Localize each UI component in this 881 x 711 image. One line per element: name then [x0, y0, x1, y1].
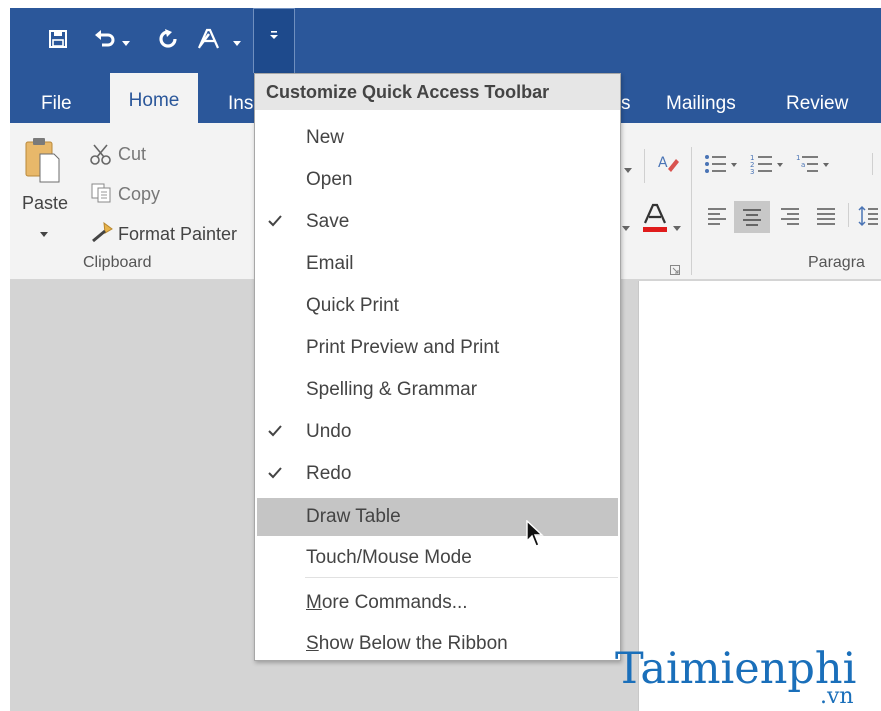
checkmark-icon	[268, 425, 282, 437]
menu-item-label: New	[306, 127, 345, 148]
menu-item-label: Email	[306, 253, 354, 274]
menu-item-redo[interactable]: Redo	[255, 455, 620, 493]
cut-button[interactable]: Cut	[118, 144, 146, 165]
menu-item-label: Touch/Mouse Mode	[306, 547, 472, 568]
menu-item-quick-print[interactable]: Quick Print	[255, 287, 620, 325]
menu-item-draw-table[interactable]: Draw Table	[257, 498, 618, 536]
menu-item-label: Spelling & Grammar	[306, 379, 478, 400]
cut-icon[interactable]	[90, 143, 112, 170]
menu-header: Customize Quick Access Toolbar	[255, 74, 620, 110]
menu-item-label: Print Preview and Print	[306, 337, 500, 358]
format-painter-icon[interactable]	[90, 221, 114, 248]
align-left-icon[interactable]	[707, 207, 727, 230]
font-dropdown-icon[interactable]	[622, 219, 630, 237]
menu-item-print-preview[interactable]: Print Preview and Print	[255, 329, 620, 367]
watermark-suffix: .vn	[820, 684, 854, 709]
quick-access-toolbar	[10, 8, 881, 74]
format-painter-button[interactable]: Format Painter	[118, 224, 237, 245]
copy-icon[interactable]	[90, 182, 112, 209]
bullets-icon[interactable]	[704, 153, 738, 180]
font-size-dropdown-icon[interactable]	[624, 161, 632, 179]
font-color-icon[interactable]	[641, 203, 669, 238]
align-center-button[interactable]	[734, 201, 770, 233]
customize-qat-button[interactable]	[253, 8, 295, 74]
svg-text:1: 1	[796, 154, 800, 162]
svg-text:a: a	[801, 161, 805, 169]
menu-item-show-below-ribbon[interactable]: Show Below the Ribbon	[255, 625, 620, 663]
redo-icon[interactable]	[156, 22, 180, 56]
menu-item-label: Save	[306, 211, 350, 232]
justify-icon[interactable]	[816, 207, 836, 230]
undo-icon[interactable]	[92, 22, 118, 56]
mouse-cursor-icon	[526, 519, 544, 553]
menu-item-label: ore Commands...	[321, 592, 468, 613]
highlight-format-icon[interactable]: A	[656, 151, 680, 180]
menu-item-save[interactable]: Save	[255, 203, 620, 241]
menu-item-label: Draw Table	[306, 506, 401, 527]
menu-item-label: how Below the Ribbon	[318, 633, 508, 654]
checkmark-icon	[268, 215, 282, 227]
clear-format-icon[interactable]	[196, 22, 226, 56]
align-center-icon	[743, 209, 761, 226]
svg-text:3: 3	[750, 168, 754, 175]
save-icon[interactable]	[46, 22, 70, 56]
menu-item-label: Redo	[306, 463, 352, 484]
font-color-dropdown-icon[interactable]	[673, 219, 681, 237]
undo-dropdown-icon[interactable]	[122, 34, 130, 46]
menu-item-new[interactable]: New	[255, 119, 620, 157]
word-window: File Home Ins s Mailings Review Paste Cu…	[10, 8, 881, 711]
menu-separator	[305, 577, 618, 578]
tab-mailings[interactable]: Mailings	[666, 85, 736, 123]
ribbon-divider	[848, 203, 849, 227]
tab-references[interactable]: s	[621, 85, 631, 123]
align-right-icon[interactable]	[780, 207, 800, 230]
checkmark-icon	[268, 467, 282, 479]
customize-qat-icon	[270, 31, 278, 39]
menu-item-label: Undo	[306, 421, 352, 442]
paragraph-group-label: Paragra	[808, 254, 865, 271]
menu-item-label: Quick Print	[306, 295, 399, 316]
svg-text:A: A	[658, 155, 668, 171]
clipboard-group-label: Clipboard	[83, 254, 152, 271]
watermark-letter: T	[615, 644, 641, 694]
menu-item-touch-mouse-mode[interactable]: Touch/Mouse Mode	[255, 539, 620, 577]
menu-item-more-commands[interactable]: More Commands...	[255, 584, 620, 622]
group-divider	[691, 147, 692, 275]
menu-item-accelerator: M	[306, 592, 322, 613]
numbering-icon[interactable]: 123	[750, 153, 784, 180]
copy-button[interactable]: Copy	[118, 184, 160, 205]
tab-review[interactable]: Review	[786, 85, 848, 123]
menu-item-spelling-grammar[interactable]: Spelling & Grammar	[255, 371, 620, 409]
line-spacing-icon[interactable]	[858, 205, 878, 232]
menu-item-label: Open	[306, 169, 353, 190]
paste-icon[interactable]	[24, 136, 60, 189]
ribbon-divider	[872, 153, 873, 175]
tab-insert[interactable]: Ins	[228, 85, 253, 123]
menu-item-open[interactable]: Open	[255, 161, 620, 199]
ribbon-divider	[644, 149, 645, 183]
paste-dropdown-icon[interactable]	[40, 225, 48, 243]
tab-file[interactable]: File	[41, 85, 72, 123]
customize-qat-menu: Customize Quick Access Toolbar New Open …	[254, 73, 621, 661]
menu-item-undo[interactable]: Undo	[255, 413, 620, 451]
format-dropdown-icon[interactable]	[233, 34, 241, 46]
font-dialog-launcher-icon[interactable]	[670, 262, 680, 280]
multilevel-list-icon[interactable]: 1a	[796, 153, 830, 180]
menu-item-accelerator: S	[306, 633, 319, 654]
tab-home[interactable]: Home	[110, 73, 198, 123]
menu-item-email[interactable]: Email	[255, 245, 620, 283]
paste-button[interactable]: Paste	[22, 193, 68, 214]
